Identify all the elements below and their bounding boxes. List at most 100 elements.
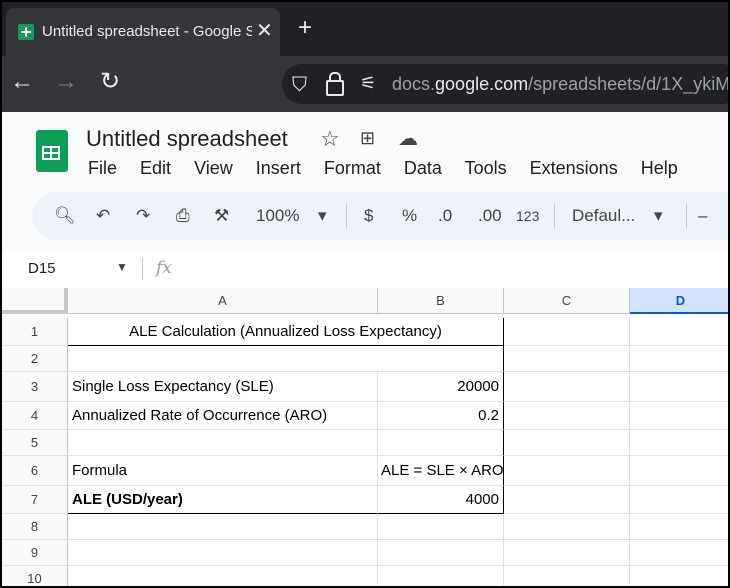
cell-a3[interactable]: Single Loss Expectancy (SLE) bbox=[68, 372, 378, 402]
column-header-b[interactable]: B bbox=[378, 288, 504, 314]
menu-edit[interactable]: Edit bbox=[140, 158, 171, 178]
row-header[interactable]: 7 bbox=[2, 486, 68, 514]
cell-a4[interactable]: Annualized Rate of Occurrence (ARO) bbox=[68, 402, 378, 430]
cell-b8[interactable] bbox=[378, 514, 504, 540]
font-size-decrease-button[interactable]: – bbox=[698, 206, 707, 226]
star-icon[interactable]: ☆ bbox=[320, 126, 340, 152]
lock-icon[interactable] bbox=[326, 72, 344, 96]
cell-a2[interactable] bbox=[68, 346, 504, 372]
row-header[interactable]: 1 bbox=[2, 318, 68, 346]
cloud-status-icon[interactable]: ☁ bbox=[398, 126, 418, 151]
shield-icon[interactable]: ⛉ bbox=[292, 74, 307, 97]
browser-tab[interactable]: Untitled spreadsheet - Google S ✕ bbox=[6, 8, 280, 56]
percent-format-button[interactable]: % bbox=[402, 206, 417, 226]
menu-extensions[interactable]: Extensions bbox=[530, 158, 618, 178]
cell-a10[interactable] bbox=[68, 566, 378, 586]
address-bar[interactable]: ⛉ ⚟ docs.google.com/spreadsheets/d/1X_yk… bbox=[282, 64, 728, 104]
cell-c10[interactable] bbox=[504, 566, 630, 586]
number-format-button[interactable]: 123 bbox=[516, 206, 539, 226]
column-header-c[interactable]: C bbox=[504, 288, 630, 314]
cell-d2[interactable] bbox=[630, 346, 728, 372]
cell-d10[interactable] bbox=[630, 566, 728, 586]
redo-icon[interactable]: ↷ bbox=[136, 206, 150, 226]
cell-b3[interactable]: 20000 bbox=[378, 372, 504, 402]
cell-d7[interactable] bbox=[630, 486, 728, 514]
site-settings-icon[interactable]: ⚟ bbox=[360, 73, 376, 94]
cell-d5[interactable] bbox=[630, 430, 728, 456]
font-dropdown-icon[interactable]: ▾ bbox=[654, 206, 663, 226]
select-all-corner[interactable] bbox=[2, 288, 68, 314]
row-header[interactable]: 5 bbox=[2, 430, 68, 456]
move-to-folder-icon[interactable]: ⊞ bbox=[360, 128, 375, 149]
row-header[interactable]: 8 bbox=[2, 514, 68, 540]
document-title[interactable]: Untitled spreadsheet bbox=[86, 126, 288, 152]
cell-d1[interactable] bbox=[630, 318, 728, 346]
cell-c3[interactable] bbox=[504, 372, 630, 402]
name-box[interactable]: D15 bbox=[28, 260, 56, 277]
column-header-d[interactable]: D bbox=[630, 288, 728, 314]
cell-c5[interactable] bbox=[504, 430, 630, 456]
menu-help[interactable]: Help bbox=[641, 158, 678, 178]
increase-decimal-button[interactable]: .00 bbox=[478, 206, 502, 226]
font-select[interactable]: Defaul... bbox=[572, 206, 635, 226]
row-header[interactable]: 3 bbox=[2, 372, 68, 402]
cell-d6[interactable] bbox=[630, 456, 728, 486]
row-header[interactable]: 10 bbox=[2, 566, 68, 586]
cell-c6[interactable] bbox=[504, 456, 630, 486]
zoom-select[interactable]: 100% bbox=[256, 206, 299, 226]
decrease-decimal-button[interactable]: .0 bbox=[438, 206, 452, 226]
cell-a6[interactable]: Formula bbox=[68, 456, 378, 486]
spreadsheet-grid[interactable]: A B C D 1 2 3 4 5 6 7 8 9 10 ALE Calcula… bbox=[2, 288, 728, 586]
cell-a8[interactable] bbox=[68, 514, 378, 540]
cell-b10[interactable] bbox=[378, 566, 504, 586]
cell-c4[interactable] bbox=[504, 402, 630, 430]
cell-b7[interactable]: 4000 bbox=[378, 486, 504, 514]
cell-c8[interactable] bbox=[504, 514, 630, 540]
paint-format-icon[interactable]: ⚒ bbox=[214, 206, 229, 226]
undo-icon[interactable]: ↶ bbox=[96, 206, 110, 226]
menu-data[interactable]: Data bbox=[404, 158, 442, 178]
row-header[interactable]: 4 bbox=[2, 402, 68, 430]
menu-format[interactable]: Format bbox=[324, 158, 381, 178]
formula-bar-divider bbox=[142, 258, 143, 280]
cell-d8[interactable] bbox=[630, 514, 728, 540]
browser-window: Untitled spreadsheet - Google S ✕ + ← → … bbox=[0, 0, 730, 588]
cell-d4[interactable] bbox=[630, 402, 728, 430]
cell-a9[interactable] bbox=[68, 540, 378, 566]
cell-c2[interactable] bbox=[504, 346, 630, 372]
cell-b6[interactable]: ALE = SLE × ARO bbox=[378, 456, 504, 486]
currency-format-button[interactable]: $ bbox=[364, 206, 373, 226]
formula-bar-row: D15 ▼ fx bbox=[2, 252, 728, 288]
name-box-dropdown-icon[interactable]: ▼ bbox=[116, 260, 128, 274]
row-header[interactable]: 2 bbox=[2, 346, 68, 372]
cell-a1[interactable]: ALE Calculation (Annualized Loss Expecta… bbox=[68, 318, 504, 346]
cell-c7[interactable] bbox=[504, 486, 630, 514]
row-header[interactable]: 6 bbox=[2, 456, 68, 486]
cell-c1[interactable] bbox=[504, 318, 630, 346]
url-text[interactable]: docs.google.com/spreadsheets/d/1X_ykiMU bbox=[392, 74, 728, 95]
search-menus-icon[interactable]: 🔍︎ bbox=[54, 206, 76, 226]
print-icon[interactable]: ⎙ bbox=[176, 206, 190, 226]
menu-tools[interactable]: Tools bbox=[465, 158, 507, 178]
cell-b5[interactable] bbox=[378, 430, 504, 456]
menu-view[interactable]: View bbox=[194, 158, 233, 178]
cell-a7[interactable]: ALE (USD/year) bbox=[68, 486, 378, 514]
menu-insert[interactable]: Insert bbox=[256, 158, 301, 178]
cell-d9[interactable] bbox=[630, 540, 728, 566]
zoom-dropdown-icon[interactable]: ▾ bbox=[318, 206, 327, 226]
cell-d3[interactable] bbox=[630, 372, 728, 402]
close-tab-icon[interactable]: ✕ bbox=[256, 18, 273, 43]
row-header[interactable]: 9 bbox=[2, 540, 68, 566]
forward-icon[interactable]: → bbox=[54, 70, 78, 94]
cell-b4[interactable]: 0.2 bbox=[378, 402, 504, 430]
sheets-logo-icon[interactable] bbox=[36, 130, 68, 172]
new-tab-icon[interactable]: + bbox=[298, 16, 312, 40]
cell-b9[interactable] bbox=[378, 540, 504, 566]
toolbar-divider bbox=[686, 204, 687, 228]
cell-a5[interactable] bbox=[68, 430, 378, 456]
reload-icon[interactable]: ↻ bbox=[100, 70, 120, 94]
back-icon[interactable]: ← bbox=[10, 70, 34, 94]
column-header-a[interactable]: A bbox=[68, 288, 378, 314]
menu-file[interactable]: File bbox=[88, 158, 117, 178]
cell-c9[interactable] bbox=[504, 540, 630, 566]
